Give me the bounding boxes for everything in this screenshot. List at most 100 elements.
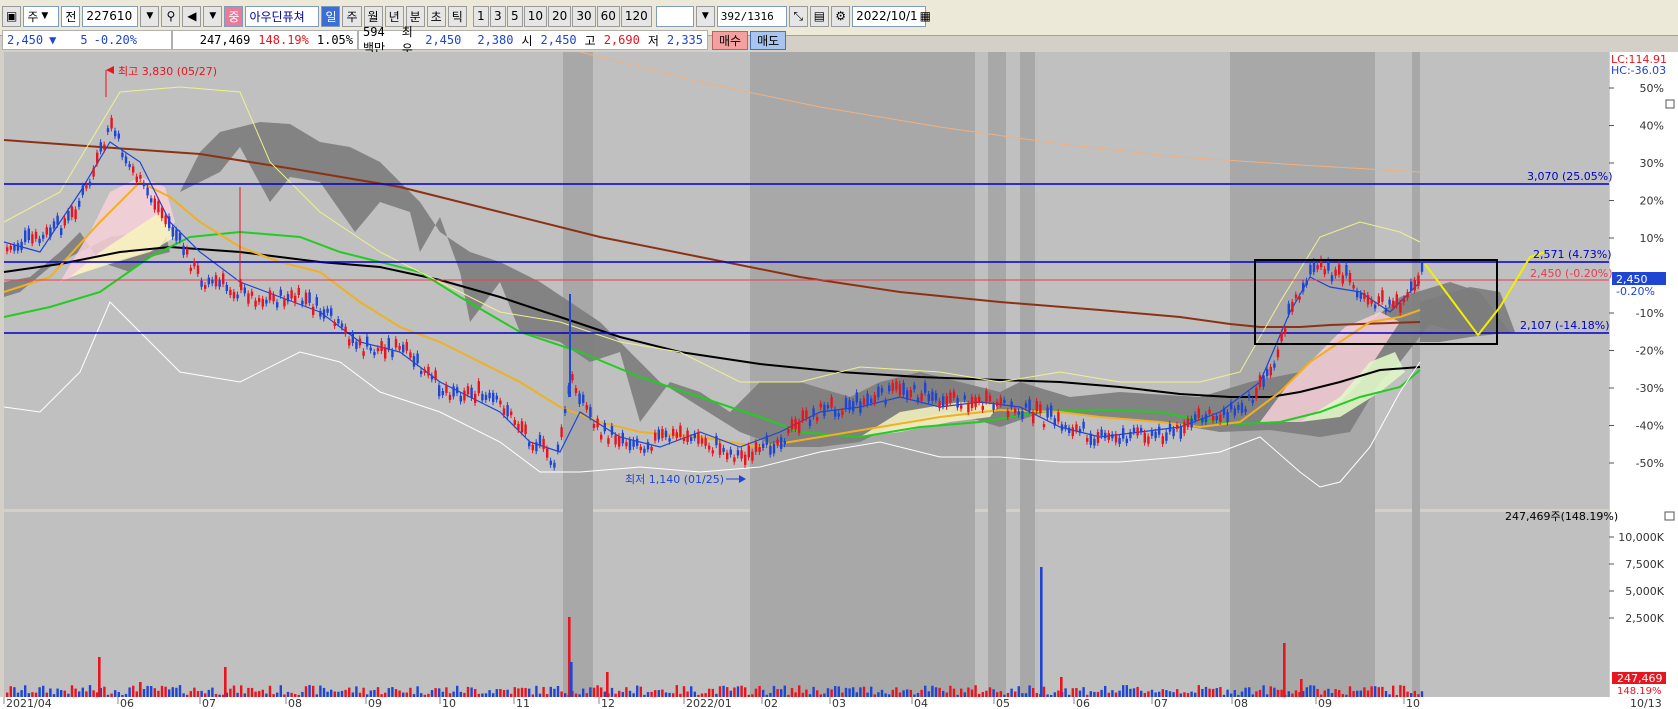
volume-bar (1064, 688, 1067, 697)
interval-button-5[interactable]: 5 (506, 5, 523, 27)
down-arrow-icon: ▼ (49, 33, 57, 47)
candle-body (916, 397, 920, 402)
volume-bar (1388, 694, 1391, 697)
window-menu-icon[interactable]: ▣ (2, 5, 22, 27)
volume-bar (81, 687, 84, 697)
candle-body (992, 404, 995, 410)
timeframe-week-button[interactable]: 주 (342, 5, 362, 27)
candle-body (1280, 332, 1283, 342)
candle-body (258, 298, 261, 303)
volume-bar (690, 686, 693, 697)
code-dropdown-icon[interactable]: ▼ (140, 5, 160, 27)
search-icon[interactable]: ⚲ (161, 5, 181, 27)
candle-body (1305, 280, 1308, 285)
candle-body (834, 409, 837, 417)
candle-body (103, 144, 106, 150)
candle-body (1395, 294, 1398, 306)
candle-body (1230, 402, 1233, 410)
candle-body (1042, 424, 1046, 428)
price-tick-label: -40% (1636, 420, 1664, 433)
interval-custom-input[interactable] (655, 5, 694, 27)
interval-button-60[interactable]: 60 (596, 5, 620, 27)
volume-bar (315, 694, 318, 697)
period-select[interactable]: 주 ▼ (23, 5, 60, 27)
volume-bar (992, 689, 995, 697)
candle-body (826, 405, 830, 409)
candle-body (1226, 412, 1229, 423)
gear-icon[interactable]: ⚙ (831, 5, 851, 27)
volume-bar (398, 690, 401, 697)
candle-body (988, 395, 992, 402)
candle-body (848, 400, 851, 411)
candle-body (1215, 415, 1218, 421)
candle-body (434, 370, 437, 380)
volume-bar (798, 685, 801, 697)
data-count-field[interactable]: 392/1316 (716, 5, 787, 27)
buy-button[interactable]: 매수 (712, 30, 749, 50)
interval-button-1[interactable]: 1 (472, 5, 489, 27)
price-chart[interactable]: 최고 3,830 (05/27) 최저 1,140 (01/25) 3,070 … (0, 52, 1678, 709)
volume-bar (484, 693, 488, 697)
candle-body (178, 233, 182, 241)
volume-bar (488, 690, 491, 697)
candle-body (1388, 299, 1391, 305)
candle-body (1327, 260, 1330, 271)
candle-body (1309, 264, 1312, 275)
candle-body (168, 216, 171, 229)
volume-bar (103, 686, 106, 697)
candle-body (279, 289, 282, 296)
date-input[interactable]: 2022/10/1 ▦ (852, 5, 931, 27)
volume-bar (708, 688, 711, 697)
save-icon[interactable]: ▤ (809, 5, 830, 27)
chart-tools-icon[interactable]: ⤡ (788, 5, 808, 27)
volume-bar (218, 694, 221, 697)
volume-bar (88, 685, 92, 697)
interval-button-120[interactable]: 120 (620, 5, 652, 27)
volume-bar (513, 687, 516, 697)
timeframe-month-button[interactable]: 월 (363, 5, 383, 27)
volume-bar (1345, 694, 1348, 697)
candle-body (542, 438, 545, 450)
volume-panel-toggle-icon[interactable] (1664, 511, 1675, 521)
timeframe-day-button[interactable]: 일 (321, 5, 341, 27)
timeframe-second-button[interactable]: 초 (426, 5, 446, 27)
market-button[interactable]: 전 (61, 5, 81, 27)
sell-button[interactable]: 매도 (750, 30, 787, 50)
candle-body (45, 227, 48, 235)
candle-body (70, 206, 74, 218)
interval-button-30[interactable]: 30 (572, 5, 596, 27)
chart-expand-icon[interactable] (1665, 99, 1675, 109)
interval-button-20[interactable]: 20 (548, 5, 572, 27)
candle-body (898, 383, 902, 396)
volume-bar (1183, 692, 1186, 697)
price-tick-label: 20% (1640, 195, 1664, 208)
volume-bar (38, 687, 41, 697)
volume-bar (981, 691, 984, 697)
volume-bar (376, 687, 380, 697)
volume-bar (895, 687, 898, 697)
volume-bar (834, 686, 837, 697)
candle-body (718, 443, 722, 455)
volume-bar (880, 689, 884, 697)
stock-code-input[interactable]: 227610 (82, 5, 139, 27)
candle-body (207, 277, 210, 285)
speaker-dropdown-icon[interactable]: ▼ (203, 5, 223, 27)
candle-body (1240, 402, 1244, 413)
speaker-icon[interactable]: ◀ (182, 5, 202, 27)
interval-button-3[interactable]: 3 (489, 5, 506, 27)
volume-bar (639, 686, 642, 697)
price-tick-label: -20% (1636, 345, 1664, 358)
volume-bar (931, 685, 934, 697)
volume-bar (812, 686, 815, 697)
chart-area[interactable]: 최고 3,830 (05/27) 최저 1,140 (01/25) 3,070 … (0, 52, 1678, 709)
volume-bar (20, 690, 23, 697)
volume-spike-bar (606, 672, 609, 697)
volume-bar (434, 688, 437, 697)
interval-button-10[interactable]: 10 (523, 5, 548, 27)
volume-bar (682, 686, 686, 697)
volume-bar (1359, 690, 1362, 697)
ask-price: 2,450 (425, 33, 462, 47)
timeframe-tick-button[interactable]: 틱 (447, 5, 467, 27)
interval-dropdown-icon[interactable]: ▼ (695, 5, 715, 27)
candle-body (675, 432, 678, 438)
